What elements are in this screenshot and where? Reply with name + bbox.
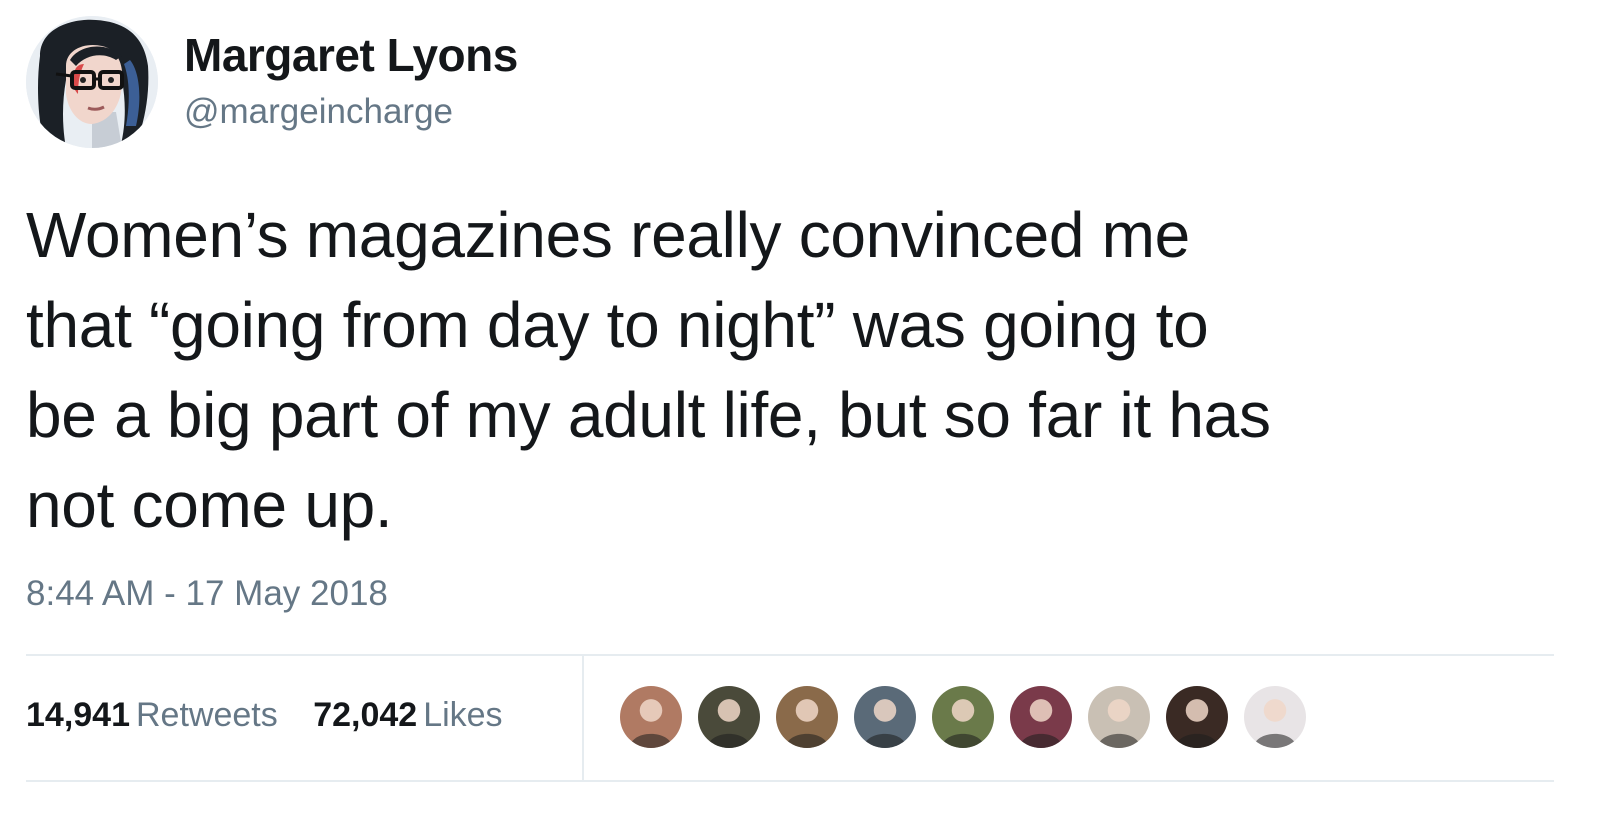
liker-avatar-6[interactable] — [1008, 684, 1074, 750]
person-photo-icon — [1088, 686, 1150, 748]
tweet-text: Women’s magazines really convinced me th… — [26, 190, 1566, 550]
person-photo-icon — [698, 686, 760, 748]
tweet-text-line: not come up. — [26, 469, 393, 541]
stats-divider-top — [26, 654, 1554, 656]
person-photo-icon — [932, 686, 994, 748]
tweet-text-line: that “going from day to night” was going… — [26, 289, 1209, 361]
retweets-label: Retweets — [136, 696, 278, 734]
liker-avatar-9[interactable] — [1242, 684, 1308, 750]
person-photo-icon — [1010, 686, 1072, 748]
tweet-stats: 14,941 Retweets 72,042 Likes — [26, 696, 503, 735]
author-name[interactable]: Margaret Lyons — [184, 28, 518, 82]
liker-avatar-4[interactable] — [852, 684, 918, 750]
tweet-timestamp[interactable]: 8:44 AM - 17 May 2018 — [26, 574, 388, 614]
liker-avatar-1[interactable] — [618, 684, 684, 750]
retweets-stat[interactable]: 14,941 Retweets — [26, 696, 278, 735]
author-handle[interactable]: @margeincharge — [184, 92, 453, 132]
liker-avatar-3[interactable] — [774, 684, 840, 750]
liker-avatar-8[interactable] — [1164, 684, 1230, 750]
author-avatar[interactable] — [26, 16, 158, 148]
retweets-count: 14,941 — [26, 696, 130, 734]
stats-divider-bottom — [26, 780, 1554, 782]
illustrated-portrait-icon — [26, 16, 158, 148]
stats-divider-vertical — [582, 656, 584, 780]
person-photo-icon — [854, 686, 916, 748]
tweet-card: Margaret Lyons @margeincharge Women’s ma… — [0, 0, 1600, 817]
tweet-text-line: Women’s magazines really convinced me — [26, 199, 1190, 271]
person-photo-icon — [1166, 686, 1228, 748]
person-photo-icon — [776, 686, 838, 748]
liker-avatar-7[interactable] — [1086, 684, 1152, 750]
likes-stat[interactable]: 72,042 Likes — [313, 696, 502, 735]
likes-count: 72,042 — [313, 696, 418, 734]
liker-avatar-5[interactable] — [930, 684, 996, 750]
person-photo-icon — [1244, 686, 1306, 748]
person-photo-icon — [620, 686, 682, 748]
liker-avatar-2[interactable] — [696, 684, 762, 750]
tweet-text-line: be a big part of my adult life, but so f… — [26, 379, 1271, 451]
likes-label: Likes — [423, 696, 503, 734]
